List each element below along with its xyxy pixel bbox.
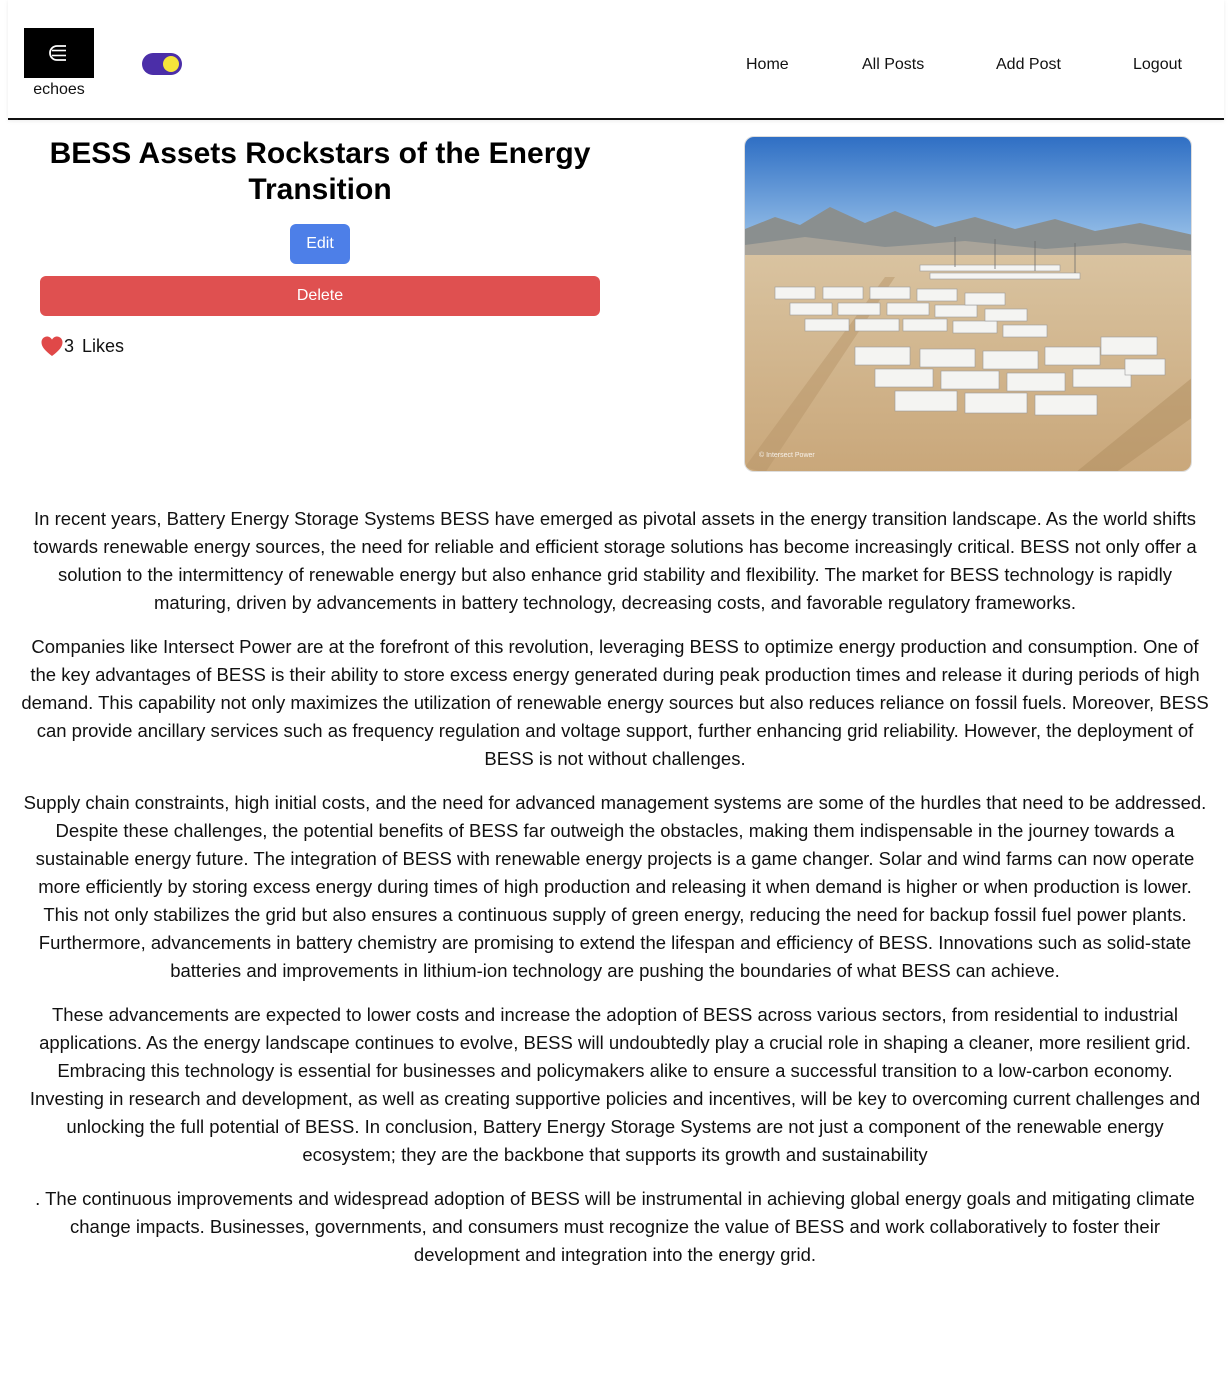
- nav-home-link[interactable]: Home: [746, 56, 789, 74]
- heart-icon[interactable]: [40, 335, 64, 357]
- likes: 3 Likes: [40, 335, 124, 357]
- post-body: In recent years, Battery Energy Storage …: [20, 505, 1210, 1285]
- nav-all-posts-link[interactable]: All Posts: [862, 56, 924, 74]
- post-paragraph: Companies like Intersect Power are at th…: [21, 636, 1209, 769]
- nav-logout-link[interactable]: Logout: [1133, 56, 1182, 74]
- likes-count: 3: [64, 335, 75, 356]
- post-paragraph: These advancements are expected to lower…: [29, 1004, 1201, 1165]
- brand-name: echoes: [33, 81, 85, 98]
- battery-storage-photo: [745, 137, 1191, 471]
- post-image: © Intersect Power: [744, 136, 1192, 472]
- post-paragraph: In recent years, Battery Energy Storage …: [33, 508, 1197, 613]
- post-paragraph: . The continuous improvements and widesp…: [35, 1188, 1195, 1265]
- nav-links: Home All Posts Add Post Logout: [8, 56, 1224, 76]
- post-title: BESS Assets Rockstars of the Energy Tran…: [49, 137, 591, 206]
- image-credit: © Intersect Power: [759, 452, 815, 459]
- delete-button[interactable]: Delete: [40, 276, 600, 316]
- post-paragraph: Supply chain constraints, high initial c…: [23, 792, 1207, 981]
- edit-button[interactable]: Edit: [290, 224, 350, 264]
- likes-label: Likes: [82, 335, 125, 356]
- nav-add-post-link[interactable]: Add Post: [996, 56, 1061, 74]
- navbar: echoes Home All Posts Add Post Logout: [8, 0, 1224, 120]
